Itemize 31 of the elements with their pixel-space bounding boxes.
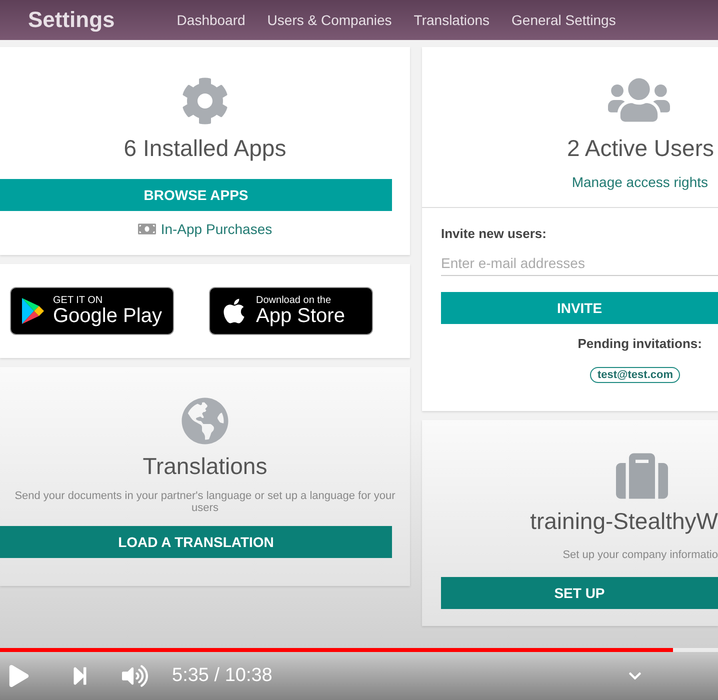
nav-link[interactable]: Users & Companies — [267, 12, 392, 28]
apps-count-title: 6 Installed Apps — [124, 135, 286, 162]
browse-apps-button[interactable]: BROWSE APPS — [0, 179, 392, 211]
translations-title: Translations — [142, 453, 268, 480]
translations-description: Send your documents in your partner's language or set up a language for your users — [14, 490, 396, 514]
globe-icon — [181, 397, 229, 445]
active-users-title: 2 Active Users — [567, 135, 714, 162]
store-badge[interactable]: GET IT ON Google Play — [10, 287, 174, 335]
app-title: Settings — [28, 7, 115, 33]
play-triangle-icon — [21, 297, 45, 325]
email-input-field[interactable]: Enter e-mail addresses — [441, 251, 718, 276]
company-title: training-StealthyW — [530, 508, 718, 535]
manage-access-link[interactable]: Manage access rights — [572, 174, 708, 190]
gear-icon — [181, 77, 229, 125]
in-app-purchases-link[interactable]: In-App Purchases — [160, 221, 272, 237]
volume-icon[interactable] — [122, 663, 148, 689]
pending-email-tag: test@test.com — [590, 367, 680, 383]
badge-text: GET IT ON Google Play — [53, 296, 162, 326]
pending-invitations-label: Pending invitations: — [578, 336, 702, 351]
set-up-button[interactable]: SET UP — [441, 577, 718, 609]
play-icon[interactable] — [8, 665, 30, 687]
nav-link[interactable]: Translations — [414, 12, 490, 28]
time-display: 5:35 / 10:38 — [172, 665, 272, 687]
invite-button[interactable]: INVITE — [441, 292, 718, 324]
badge-text: Download on the App Store — [256, 296, 345, 326]
load-translation-button[interactable]: LOAD A TRANSLATION — [0, 526, 392, 558]
nav-link[interactable]: Dashboard — [176, 12, 246, 28]
store-badge[interactable]: Download on the App Store — [209, 287, 373, 335]
company-description: Set up your company informatio — [562, 549, 718, 561]
nav-link[interactable]: General Settings — [512, 12, 616, 28]
invite-label: Invite new users: — [441, 226, 548, 241]
